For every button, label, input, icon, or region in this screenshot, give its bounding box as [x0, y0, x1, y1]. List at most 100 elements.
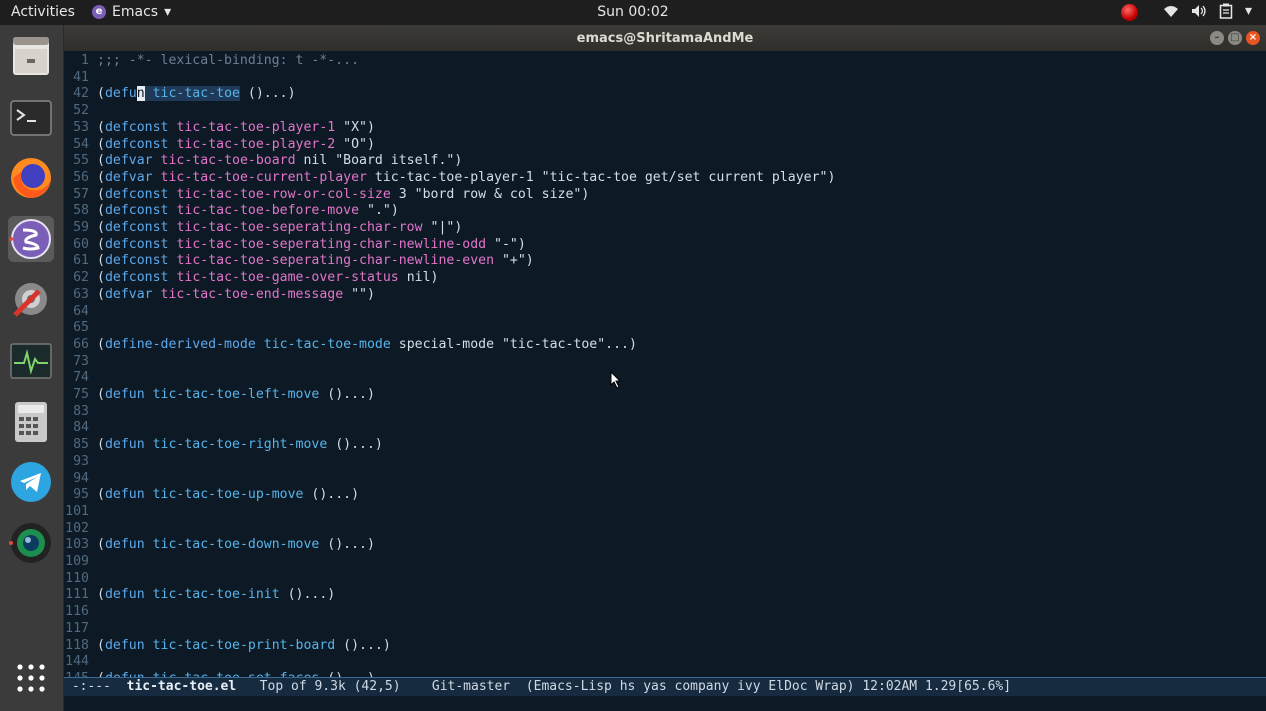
code-line[interactable]: 111 (defun tic-tac-toe-init ()...) [64, 586, 335, 603]
emacs-icon [11, 219, 51, 259]
code-line[interactable]: 59 (defconst tic-tac-toe-seperating-char-… [64, 219, 462, 236]
maximize-button[interactable]: □ [1228, 31, 1242, 45]
minibuffer[interactable] [64, 696, 1266, 711]
dock-emacs[interactable] [8, 216, 54, 262]
code-line[interactable]: 55 (defvar tic-tac-toe-board nil "Board i… [64, 152, 462, 169]
code-token: ( [97, 387, 105, 402]
dock-system-monitor[interactable] [8, 338, 54, 384]
code-token: defconst [104, 136, 169, 152]
code-token: ( [97, 86, 105, 102]
code-line[interactable]: 109 [64, 553, 97, 570]
code-line[interactable]: 102 [64, 520, 97, 537]
code-token: ( [97, 336, 105, 352]
code-line[interactable]: 95 (defun tic-tac-toe-up-move ()...) [64, 486, 359, 503]
code-line[interactable]: 52 [64, 102, 97, 119]
code-token: special-mode "tic-tac-toe"...) [390, 336, 637, 352]
dock-telegram[interactable] [8, 459, 54, 505]
mode-line[interactable]: -:--- tic-tac-toe.el Top of 9.3k (42,5) … [64, 677, 1266, 697]
code-line[interactable]: 74 [64, 369, 97, 386]
wifi-icon [1163, 6, 1178, 17]
code-token: ( [97, 270, 105, 286]
dock-camera[interactable] [8, 520, 54, 566]
code-line[interactable]: 61 (defconst tic-tac-toe-seperating-char-… [64, 252, 534, 269]
telegram-icon [11, 462, 51, 502]
show-applications-button[interactable] [8, 655, 54, 701]
modeline-status: -:--- [64, 679, 127, 694]
code-line[interactable]: 85 (defun tic-tac-toe-right-move ()...) [64, 436, 383, 453]
code-line[interactable]: 75 (defun tic-tac-toe-left-move ()...) [64, 386, 375, 403]
record-indicator-icon[interactable] [1121, 4, 1138, 21]
buffer-name[interactable]: tic-tac-toe.el [127, 679, 237, 694]
dock-settings[interactable] [8, 276, 54, 322]
code-token: defun [104, 437, 145, 453]
code-token: tic-tac-toe-up-move [152, 487, 304, 503]
editor-buffer[interactable]: 1;;; -*- lexical-binding: t -*-... 41 42 (d… [64, 51, 1266, 677]
code-line[interactable]: 56 (defvar tic-tac-toe-current-player tic… [64, 169, 835, 186]
code-line[interactable]: 145(defun tic-tac-toe-set-faces ()...) [64, 670, 375, 677]
close-button[interactable]: × [1246, 31, 1260, 45]
code-line[interactable]: 101 [64, 503, 97, 520]
code-line[interactable]: 84 [64, 419, 97, 436]
volume-icon [1191, 5, 1206, 17]
code-token: defconst [104, 270, 169, 286]
code-line[interactable]: 83 [64, 403, 97, 420]
dock-terminal[interactable] [8, 95, 54, 141]
code-line[interactable]: 1 ;;; -*- lexical-binding: t -*-... [64, 52, 359, 69]
code-token: ()...) [303, 487, 360, 503]
code-line[interactable]: 57 (defconst tic-tac-toe-row-or-col-size … [64, 186, 589, 203]
code-token: defun [104, 487, 145, 503]
code-line[interactable]: 118 (defun tic-tac-toe-print-board ()...) [64, 637, 391, 654]
code-token: tic-tac-toe-mode [263, 336, 391, 352]
dock-calculator[interactable] [8, 399, 54, 445]
code-token: nil) [398, 270, 439, 286]
code-line[interactable]: 103 (defun tic-tac-toe-down-move ()...) [64, 536, 375, 553]
line-number: 95 [73, 487, 89, 503]
activities-button[interactable]: Activities [11, 4, 75, 20]
code-line[interactable]: 66 (define-derived-mode tic-tac-toe-mode … [64, 336, 637, 353]
code-token: tic-tac-toe-player-1 [176, 119, 336, 135]
code-line[interactable]: 116 [64, 603, 97, 620]
code-line[interactable]: 62 (defconst tic-tac-toe-game-over-status… [64, 269, 438, 286]
code-line[interactable]: 63 (defvar tic-tac-toe-end-message "") [64, 286, 375, 303]
code-line[interactable]: 41 [64, 69, 97, 86]
code-token: defvar [104, 153, 153, 169]
code-line[interactable]: 64 [64, 303, 97, 320]
line-number: 61 [73, 253, 89, 269]
dock-firefox[interactable] [8, 155, 54, 201]
code-token: define-derived-mode [104, 336, 256, 352]
code-line[interactable]: 110 [64, 570, 97, 587]
code-line[interactable]: 144 [64, 653, 97, 670]
line-number: 74 [73, 370, 89, 386]
code-line[interactable]: 73 [64, 353, 97, 370]
code-token: ( [97, 169, 105, 185]
code-line[interactable]: 53 (defconst tic-tac-toe-player-1 "X") [64, 119, 375, 136]
line-number: 66 [73, 336, 89, 352]
minimize-button[interactable]: – [1210, 31, 1224, 45]
code-line[interactable]: 65 [64, 319, 97, 336]
line-number: 56 [73, 169, 89, 185]
code-line[interactable]: 58 (defconst tic-tac-toe-before-move ".") [64, 202, 399, 219]
dock-files[interactable] [8, 33, 54, 79]
line-number: 54 [73, 136, 89, 152]
code-line[interactable]: 54 (defconst tic-tac-toe-player-2 "O") [64, 136, 375, 153]
grid-icon [17, 664, 45, 692]
line-number: 101 [65, 503, 89, 519]
code-line[interactable]: 60 (defconst tic-tac-toe-seperating-char-… [64, 236, 526, 253]
code-line[interactable]: 42 (defun tic-tac-toe ()...) [64, 85, 296, 102]
code-token: ()...) [239, 86, 296, 102]
code-token: tic-tac-toe-down-move [152, 537, 320, 553]
code-line[interactable]: 117 [64, 620, 97, 637]
clock[interactable]: Sun 00:02 [597, 4, 668, 20]
code-token: defconst [104, 236, 169, 252]
system-tray[interactable]: ▾ [1163, 3, 1252, 19]
code-token: tic-tac-toe-end-message [160, 286, 344, 302]
code-line[interactable]: 93 [64, 453, 97, 470]
code-line[interactable]: 94 [64, 470, 97, 487]
line-number: 63 [73, 286, 89, 302]
app-menu[interactable]: e Emacs ▾ [92, 4, 171, 20]
code-token: ()...) [327, 437, 383, 453]
window-titlebar[interactable]: emacs@ShritamaAndMe – □ × [64, 25, 1266, 51]
